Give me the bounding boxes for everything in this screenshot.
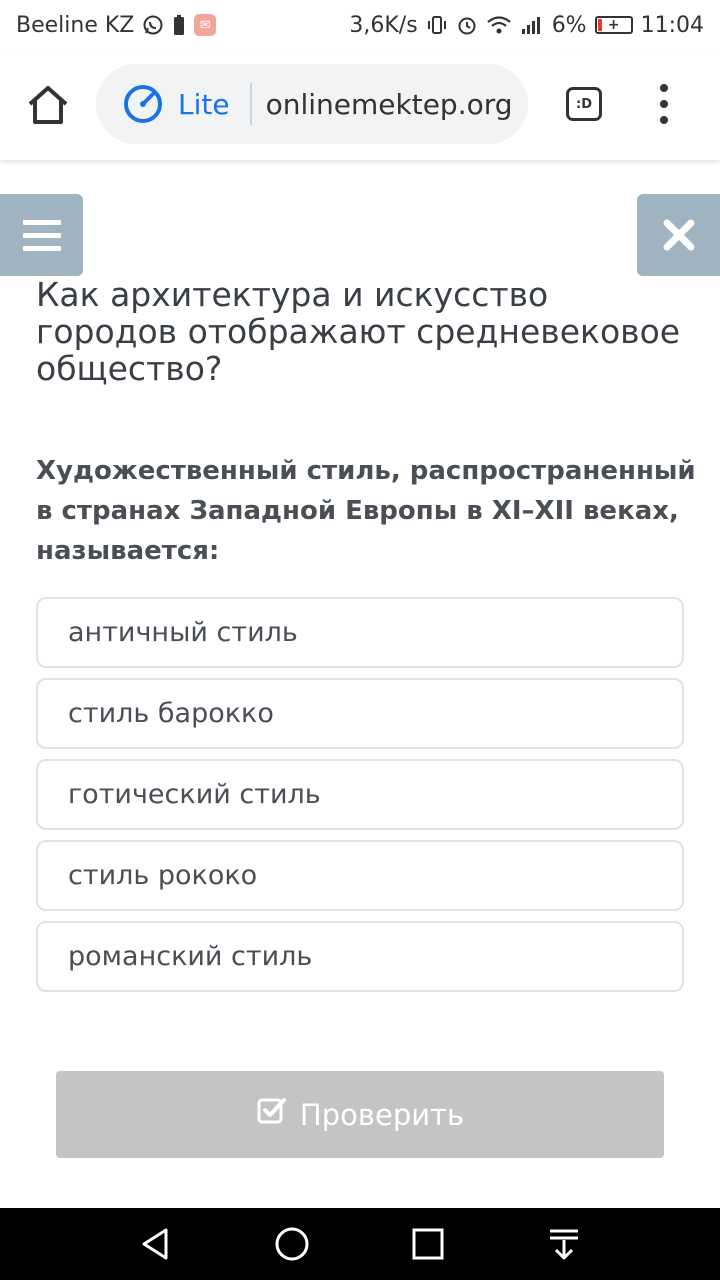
checkbox-check-icon — [256, 1095, 288, 1134]
overflow-menu-icon[interactable] — [650, 84, 678, 124]
home-icon[interactable] — [26, 84, 70, 126]
close-button[interactable] — [637, 194, 720, 276]
battery-icon: + — [594, 16, 633, 34]
check-answer-button[interactable]: Проверить — [56, 1071, 664, 1158]
address-bar[interactable]: Lite onlinemektep.org — [96, 64, 528, 144]
answer-option[interactable]: романский стиль — [36, 921, 684, 992]
vibrate-icon — [426, 14, 448, 36]
system-navigation-bar — [0, 1208, 720, 1280]
answer-option[interactable]: стиль рококо — [36, 840, 684, 911]
answer-option[interactable]: античный стиль — [36, 597, 684, 668]
notifications-down-icon[interactable] — [546, 1226, 582, 1262]
mail-badge-icon: ✉ — [194, 14, 217, 36]
answer-options: античный стиль стиль барокко готический … — [36, 597, 684, 1002]
signal-icon — [520, 14, 544, 36]
home-circle-icon[interactable] — [274, 1226, 310, 1262]
url-text[interactable]: onlinemektep.org — [266, 88, 513, 121]
battery-percent: 6% — [551, 12, 587, 38]
close-icon — [663, 219, 694, 251]
lite-mode-gauge-icon — [122, 83, 164, 125]
check-button-label: Проверить — [299, 1097, 465, 1132]
browser-toolbar: Lite onlinemektep.org :D — [0, 50, 720, 160]
network-speed: 3,6K/s — [349, 12, 418, 38]
tab-switcher-button[interactable]: :D — [566, 87, 602, 121]
battery-saver-icon — [172, 14, 186, 36]
carrier-name: Beeline KZ — [16, 12, 135, 38]
url-divider — [249, 83, 252, 125]
hamburger-menu-button[interactable] — [0, 194, 83, 276]
status-bar: Beeline KZ ✉ 3,6K/s 6% + 11:04 — [0, 0, 720, 50]
back-icon[interactable] — [138, 1226, 174, 1262]
alarm-icon — [456, 14, 478, 36]
clock: 11:04 — [640, 12, 704, 38]
answer-option[interactable]: готический стиль — [36, 759, 684, 830]
whatsapp-icon — [142, 14, 164, 36]
recents-icon[interactable] — [410, 1226, 446, 1262]
answer-option[interactable]: стиль барокко — [36, 678, 684, 749]
lite-mode-label: Lite — [178, 87, 230, 121]
question-text: Художественный стиль, распространенный в… — [36, 456, 696, 566]
wifi-icon — [486, 14, 512, 36]
page-title: Как архитектура и искусство городов отоб… — [36, 275, 681, 388]
